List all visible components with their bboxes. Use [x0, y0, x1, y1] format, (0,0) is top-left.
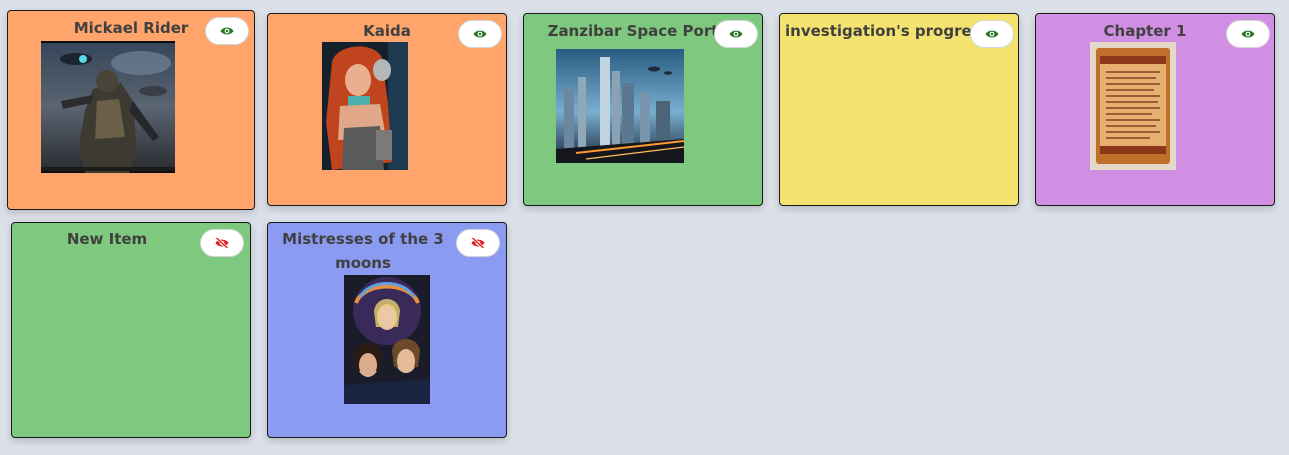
eye-icon — [729, 29, 743, 39]
eye-icon — [220, 26, 234, 36]
visibility-toggle-button[interactable] — [970, 20, 1014, 48]
card-title: New Item — [66, 230, 148, 248]
visibility-toggle-button[interactable] — [714, 20, 758, 48]
card-title: Zanzibar Space Port — [547, 22, 719, 40]
card-investigations-progress[interactable]: investigation's progress — [779, 13, 1019, 206]
card-new-item[interactable]: New Item — [11, 222, 251, 438]
eye-slash-icon — [470, 237, 486, 249]
card-title: investigation's progress — [785, 22, 990, 40]
ancient-scroll-image — [1090, 42, 1176, 170]
card-title: Mistresses of the 3 moons — [282, 230, 444, 272]
card-mickael-rider[interactable]: Mickael Rider — [7, 10, 255, 210]
card-chapter-1[interactable]: Chapter 1 — [1035, 13, 1275, 206]
card-title: Chapter 1 — [1103, 22, 1187, 40]
card-zanzibar-space-port[interactable]: Zanzibar Space Port — [523, 13, 763, 206]
card-kaida[interactable]: Kaida — [267, 13, 507, 206]
visibility-toggle-button[interactable] — [1226, 20, 1270, 48]
visibility-toggle-button[interactable] — [456, 229, 500, 257]
armored-warrior-image — [41, 41, 175, 173]
eye-icon — [1241, 29, 1255, 39]
three-women-image — [344, 275, 430, 404]
visibility-toggle-button[interactable] — [458, 20, 502, 48]
card-mistresses-of-the-3-moons[interactable]: Mistresses of the 3 moons — [267, 222, 507, 438]
visibility-toggle-button[interactable] — [200, 229, 244, 257]
eye-icon — [985, 29, 999, 39]
eye-icon — [473, 29, 487, 39]
red-haired-woman-image — [322, 42, 408, 170]
visibility-toggle-button[interactable] — [205, 17, 249, 45]
futuristic-city-image — [556, 49, 684, 163]
eye-slash-icon — [214, 237, 230, 249]
